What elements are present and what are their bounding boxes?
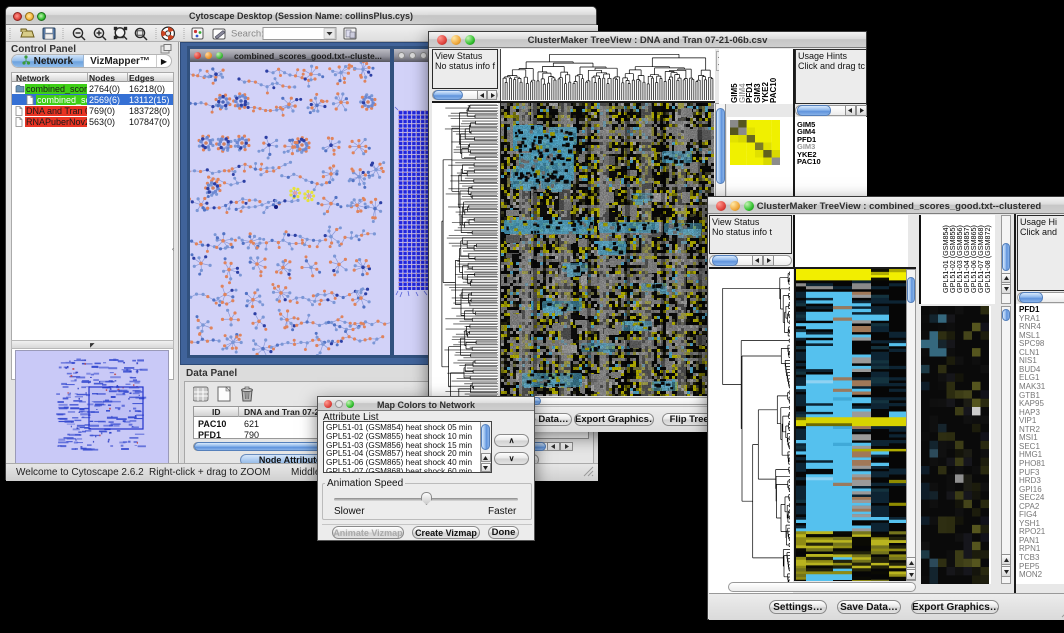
svg-text:Search:: Search: — [231, 29, 264, 40]
